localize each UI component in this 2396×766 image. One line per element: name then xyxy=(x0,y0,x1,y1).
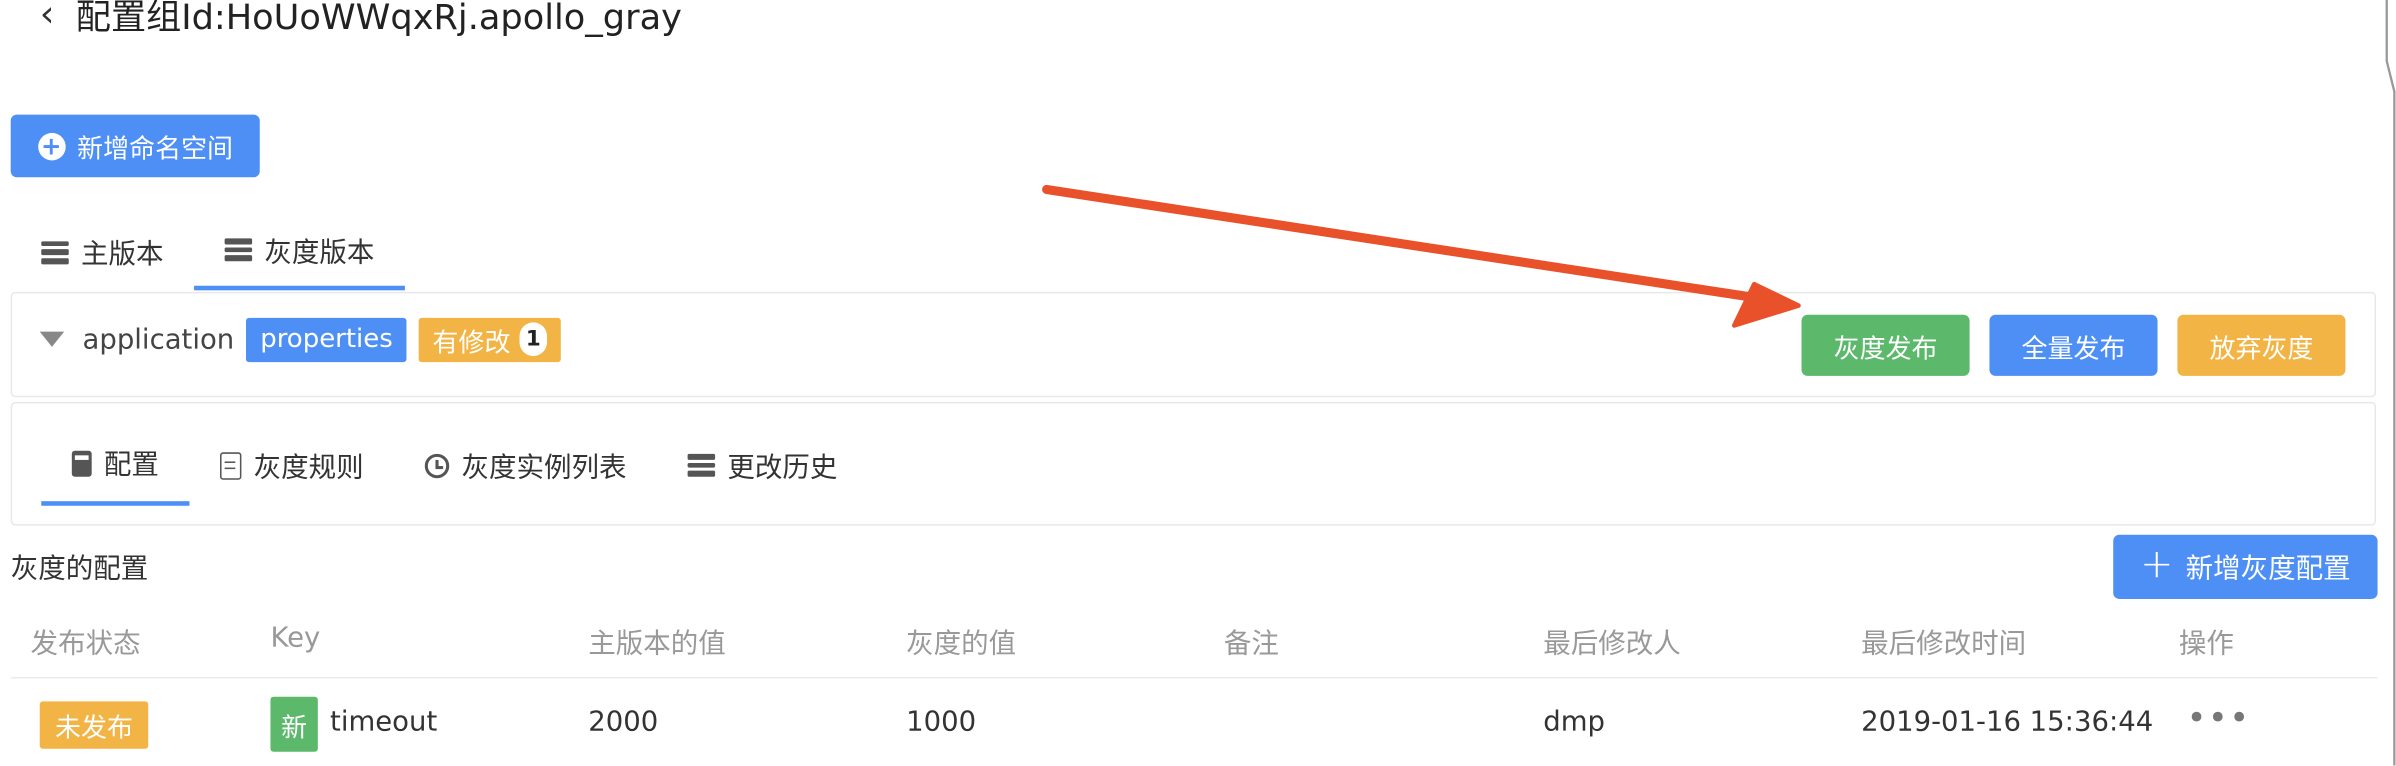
plus-circle-icon: + xyxy=(37,131,65,160)
new-badge: 新 xyxy=(270,696,318,752)
tab-label: 配置 xyxy=(103,449,159,482)
tab-change-history[interactable]: 更改历史 xyxy=(657,425,868,506)
status-badge: 未发布 xyxy=(39,701,149,749)
history-icon xyxy=(424,453,450,478)
modified-label: 有修改 xyxy=(432,327,511,359)
plus-icon: + xyxy=(2140,541,2174,588)
tab-gray-rules[interactable]: 灰度规则 xyxy=(189,425,394,506)
calculator-icon xyxy=(71,449,92,476)
tab-master-version[interactable]: 主版本 xyxy=(11,214,194,290)
add-gray-config-label: 新增灰度配置 xyxy=(2185,553,2351,586)
server-icon xyxy=(687,453,716,477)
tab-label: 灰度规则 xyxy=(253,451,364,484)
tab-gray-version[interactable]: 灰度版本 xyxy=(194,214,405,291)
stage: ‹ 配置组Id:HoUoWWqxRj.apollo_gray + 新增命名空间 … xyxy=(0,0,2396,766)
column-header-status: 发布状态 xyxy=(30,628,141,661)
modified-tag: 有修改 1 xyxy=(418,317,561,362)
section-title: 灰度的配置 xyxy=(10,553,149,586)
sub-tabs: 配置 灰度规则 灰度实例列表 更改历史 xyxy=(41,425,868,506)
file-text-icon xyxy=(220,451,242,480)
server-icon xyxy=(41,240,69,264)
column-header-operation: 操作 xyxy=(2178,628,2234,661)
add-gray-config-button[interactable]: + 新增灰度配置 xyxy=(2113,534,2378,599)
modified-count-badge: 1 xyxy=(519,322,548,357)
column-header-gray-value: 灰度的值 xyxy=(906,628,1017,661)
tab-config[interactable]: 配置 xyxy=(41,425,190,506)
version-tabs: 主版本 灰度版本 xyxy=(11,214,2378,291)
tab-gray-instances[interactable]: 灰度实例列表 xyxy=(394,425,657,506)
column-header-modifier: 最后修改人 xyxy=(1543,628,1681,661)
column-header-modified-time: 最后修改时间 xyxy=(1861,628,2027,661)
column-header-master-value: 主版本的值 xyxy=(588,628,726,661)
column-header-key: Key xyxy=(270,621,321,654)
server-icon xyxy=(224,238,253,262)
cell-modified-time: 2019-01-16 15:36:44 xyxy=(1861,705,2154,739)
cell-gray-value: 1000 xyxy=(906,705,977,739)
window-edge xyxy=(2385,0,2396,766)
cell-master-value: 2000 xyxy=(588,705,659,739)
column-header-comment: 备注 xyxy=(1223,628,1279,661)
tab-label: 灰度实例列表 xyxy=(461,451,627,484)
page-title: 配置组Id:HoUoWWqxRj.apollo_gray xyxy=(75,0,682,39)
chevron-left-icon[interactable]: ‹ xyxy=(40,0,55,35)
more-actions-icon[interactable]: ••• xyxy=(2187,700,2251,738)
add-namespace-button[interactable]: + 新增命名空间 xyxy=(10,114,260,178)
format-tag: properties xyxy=(246,317,407,362)
discard-gray-button[interactable]: 放弃灰度 xyxy=(2177,314,2346,376)
full-publish-button[interactable]: 全量发布 xyxy=(1989,314,2158,376)
namespace-name: application xyxy=(82,323,235,356)
cell-key: timeout xyxy=(330,705,438,739)
tab-label: 灰度版本 xyxy=(264,236,375,269)
caret-down-icon[interactable] xyxy=(39,331,65,347)
tab-label: 更改历史 xyxy=(727,451,838,484)
add-namespace-label: 新增命名空间 xyxy=(77,134,234,166)
tab-label: 主版本 xyxy=(80,238,164,271)
table-divider xyxy=(10,676,2378,679)
gray-publish-button[interactable]: 灰度发布 xyxy=(1801,314,1970,376)
page-header: ‹ 配置组Id:HoUoWWqxRj.apollo_gray xyxy=(40,0,682,40)
namespace-header: application properties 有修改 1 xyxy=(39,316,561,362)
cell-modifier: dmp xyxy=(1543,705,1605,739)
